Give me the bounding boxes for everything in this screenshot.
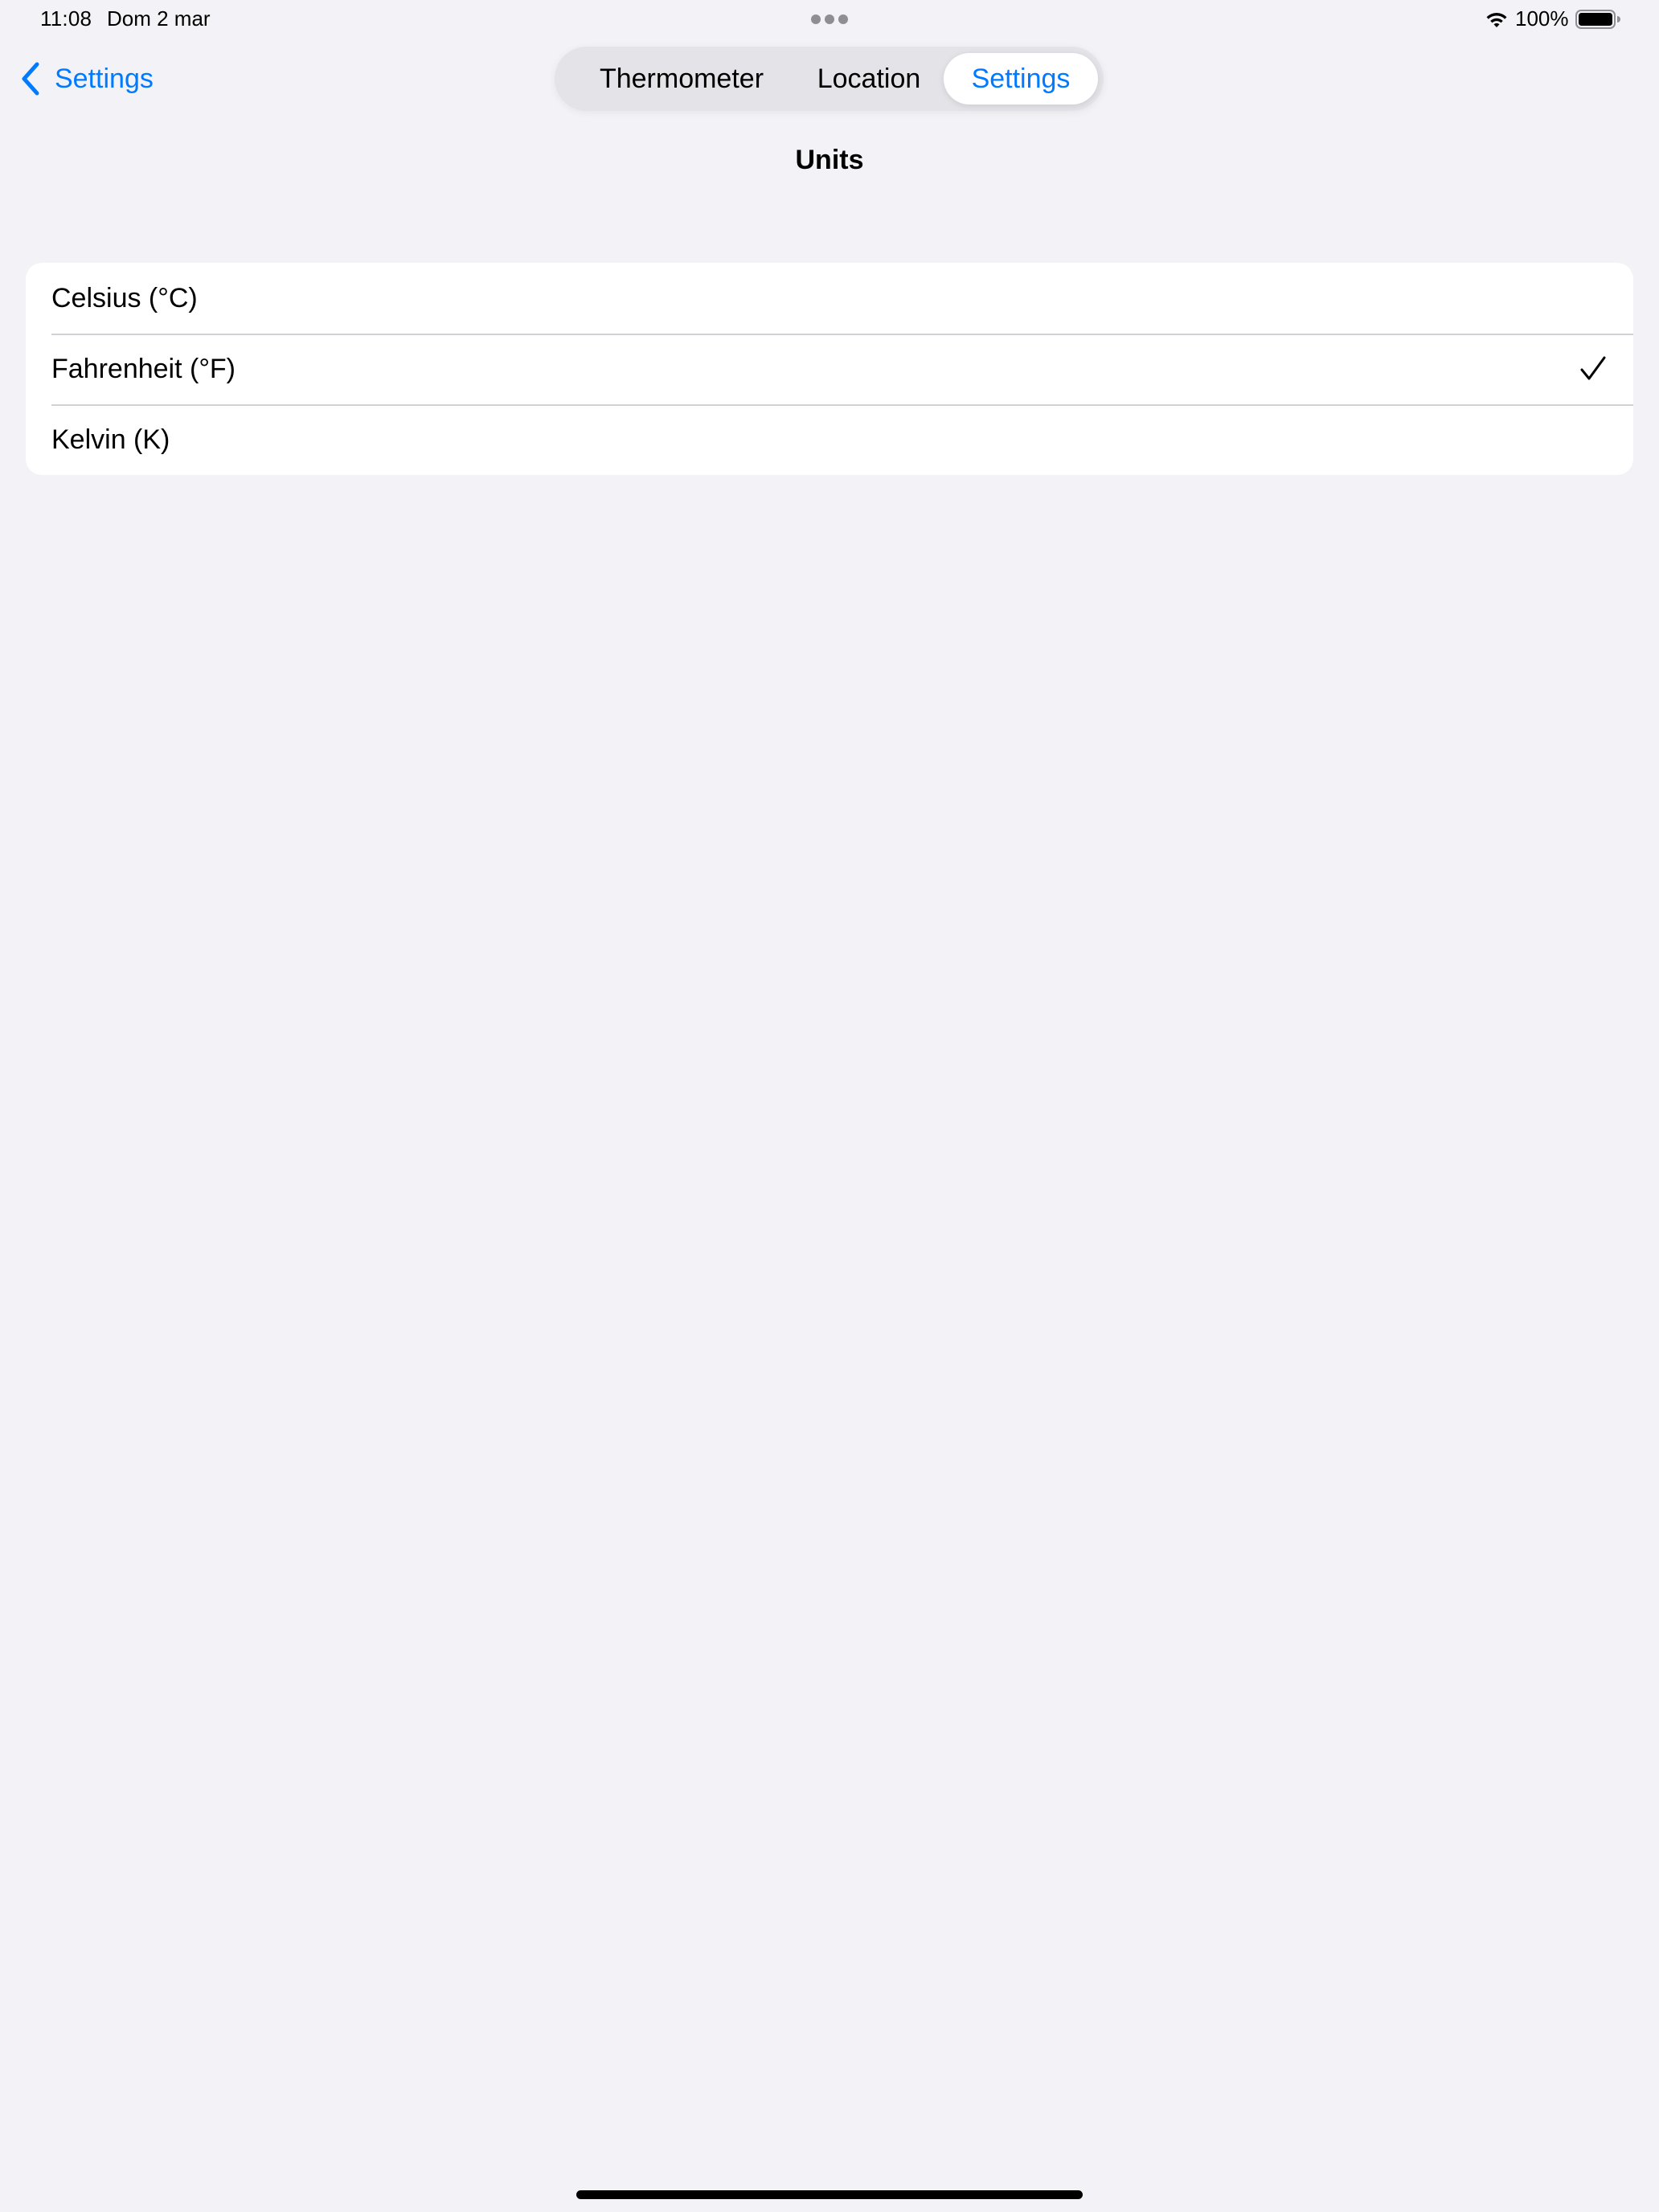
unit-option-label: Fahrenheit (°F) — [51, 354, 236, 384]
back-button-label: Settings — [55, 63, 154, 94]
battery-icon — [1575, 10, 1620, 29]
status-time: 11:08 — [40, 6, 92, 31]
battery-percentage: 100% — [1515, 6, 1569, 31]
wifi-icon — [1486, 13, 1507, 27]
status-date: Dom 2 mar — [107, 6, 211, 31]
chevron-left-icon — [22, 62, 39, 96]
unit-option-celsius[interactable]: Celsius (°C) — [26, 263, 1633, 334]
unit-option-kelvin[interactable]: Kelvin (K) — [26, 404, 1633, 475]
page-title: Units — [795, 145, 864, 175]
tab-location[interactable]: Location — [793, 53, 945, 104]
tab-thermometer[interactable]: Thermometer — [564, 53, 799, 104]
multitask-dots-icon[interactable] — [811, 14, 848, 24]
tab-settings[interactable]: Settings — [944, 53, 1098, 104]
status-bar: 11:08 Dom 2 mar 100% — [0, 0, 1659, 39]
unit-option-label: Kelvin (K) — [51, 424, 170, 455]
checkmark-icon — [1580, 356, 1606, 380]
back-button[interactable]: Settings — [19, 59, 154, 98]
units-options-list: Celsius (°C) Fahrenheit (°F) Kelvin (K) — [26, 263, 1633, 475]
home-indicator[interactable] — [576, 2190, 1083, 2199]
unit-option-fahrenheit[interactable]: Fahrenheit (°F) — [26, 334, 1633, 404]
unit-option-label: Celsius (°C) — [51, 283, 198, 313]
tab-bar: Thermometer Location Settings — [555, 47, 1104, 111]
